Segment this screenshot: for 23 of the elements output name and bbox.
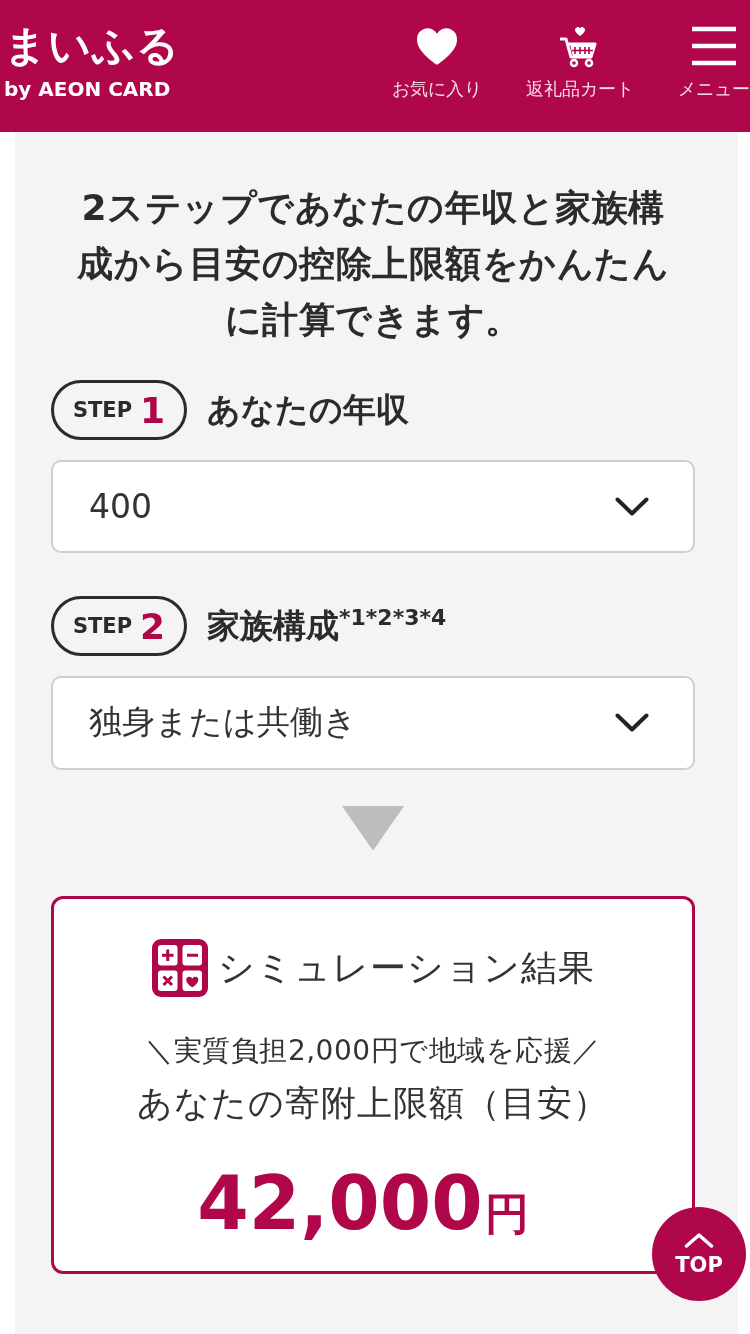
logo-text[interactable]: まいふる (4, 18, 180, 74)
calculator-icon (151, 939, 208, 998)
limit-caption: あなたの寄附上限額（目安） (137, 1082, 609, 1126)
cart-button[interactable]: 返礼品カート (526, 26, 634, 100)
logo-subtitle: by AEON CARD (4, 76, 172, 103)
favorites-button[interactable]: お気に入り (392, 26, 482, 100)
chevron-down-icon (615, 712, 649, 733)
menu-icon (692, 26, 736, 66)
select-field[interactable]: 独身または共働き (51, 676, 695, 770)
down-triangle-icon (341, 805, 405, 851)
step-badge: STEP 2 (51, 596, 187, 657)
step-label: あなたの年収 (207, 388, 409, 431)
chevron-up-icon (684, 1232, 714, 1248)
result-title: シミュレーション結果 (217, 945, 595, 990)
select-field[interactable]: 400 (51, 460, 695, 554)
menu-button[interactable]: メニュー (678, 26, 750, 100)
intro-heading: 2ステップであなたの年収と家族構成から目安の控除上限額をかんたんに計算できます。 (76, 186, 670, 342)
tagline-text: ＼実質負担2,000円で地域を応援／ (145, 1033, 601, 1070)
amount-value: 42,000円 (197, 1159, 529, 1249)
step-badge: STEP 1 (51, 380, 187, 440)
heart-icon (415, 26, 459, 66)
chevron-down-icon (615, 496, 649, 517)
step-label: 家族構成$^{*1*2*3*4}$ (207, 603, 447, 647)
